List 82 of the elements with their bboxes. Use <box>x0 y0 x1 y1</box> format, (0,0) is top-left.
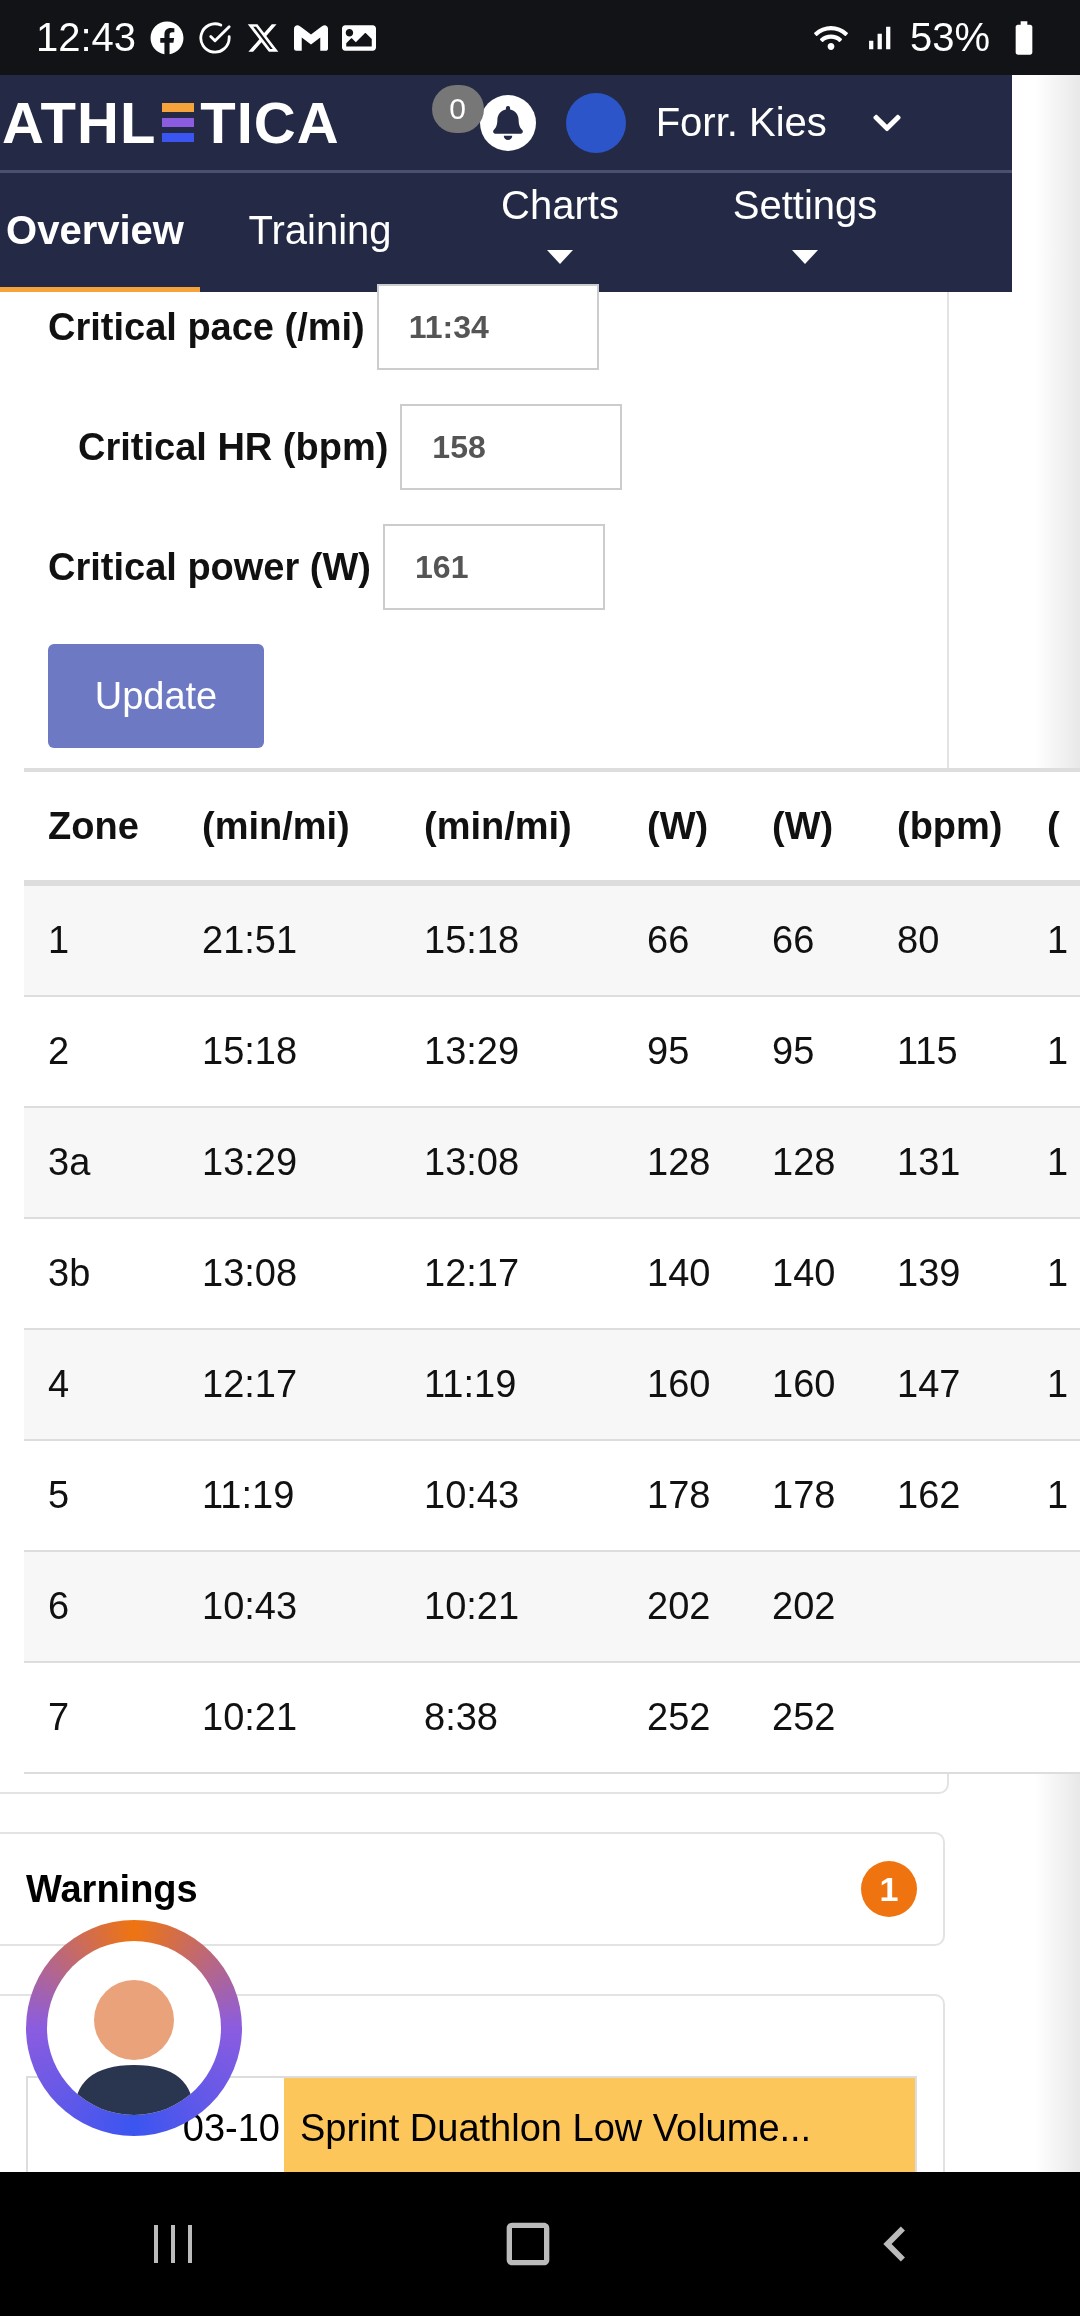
table-cell-text: 2 <box>47 1030 71 1073</box>
table-cell-text: 1 <box>1046 1363 1070 1406</box>
table-cell-text: 252 <box>771 1696 837 1739</box>
notification-count: 0 <box>431 84 484 133</box>
table-cell-text: 10:43 <box>201 1585 299 1628</box>
table-cell-text: 128 <box>771 1141 837 1184</box>
table-cell-text: 178 <box>771 1474 837 1517</box>
table-cell-text: 11:19 <box>201 1474 296 1517</box>
warnings-title: Warnings <box>26 1867 198 1911</box>
caret-icon <box>792 250 818 264</box>
update-button[interactable]: Update <box>48 644 264 748</box>
table-cell-text: 4 <box>47 1363 71 1406</box>
field-label: Critical HR (bpm) <box>78 425 389 469</box>
table-cell-text: 139 <box>896 1252 962 1295</box>
input-field[interactable]: 161 <box>383 524 606 610</box>
table-cell-text: 15:18 <box>423 919 521 962</box>
table-cell-text: 13:08 <box>423 1141 521 1184</box>
table-cell-text: 140 <box>646 1252 712 1295</box>
user-name[interactable]: Forr. Kies <box>655 100 827 145</box>
table-cell-text: 252 <box>646 1696 712 1739</box>
input-field[interactable]: 11:34 <box>376 284 599 370</box>
field-label: Critical power (W) <box>48 545 372 589</box>
table-cell-text: 147 <box>896 1363 962 1406</box>
table-cell-text: 1 <box>47 919 71 962</box>
table-cell-text: 202 <box>646 1585 712 1628</box>
table-cell-text: 160 <box>646 1363 712 1406</box>
table-cell-text: 66 <box>646 919 691 962</box>
column-header: Zone <box>47 804 140 848</box>
column-header: (min/mi) <box>201 804 351 848</box>
table-cell-text: 13:29 <box>201 1141 299 1184</box>
table-cell-text: 13:29 <box>423 1030 521 1073</box>
table-cell-text: 5 <box>47 1474 71 1517</box>
nav-tab[interactable]: Settings <box>680 173 930 292</box>
table-cell-text: 10:43 <box>423 1474 521 1517</box>
table-cell-text: 1 <box>1046 1474 1070 1517</box>
table-cell-text: 95 <box>771 1030 816 1073</box>
table-cell-text: 3a <box>47 1141 92 1184</box>
table-cell-text: 15:18 <box>201 1030 299 1073</box>
column-header: ( <box>1046 804 1061 848</box>
table-cell-text: 162 <box>896 1474 962 1517</box>
table-cell-text: 8:38 <box>423 1696 499 1739</box>
bell-icon <box>490 105 525 140</box>
facebook-icon <box>150 20 185 55</box>
table-cell-text: 1 <box>1046 1141 1070 1184</box>
logo-text: ATHL <box>2 89 157 156</box>
check-circle-icon <box>198 20 233 55</box>
table-cell-text: 7 <box>47 1696 71 1739</box>
column-header: (W) <box>646 804 710 848</box>
table-cell-text: 115 <box>896 1030 959 1073</box>
table-cell-text: 13:08 <box>201 1252 299 1295</box>
logo-text: TICA <box>200 89 340 156</box>
table-cell-text: 131 <box>896 1141 962 1184</box>
field-label: Critical pace (/mi) <box>48 305 365 349</box>
battery-percent: 53% <box>909 15 990 60</box>
table-cell-text: 66 <box>771 919 816 962</box>
caret-icon <box>547 250 573 264</box>
plan-name[interactable]: Sprint Duathlon Low Volume... <box>284 2078 915 2172</box>
table-cell-text: 80 <box>896 919 941 962</box>
table-cell-text: 12:17 <box>423 1252 521 1295</box>
table-cell-text: 3b <box>47 1252 92 1295</box>
table-cell-text: 140 <box>771 1252 837 1295</box>
table-cell-text: 10:21 <box>423 1585 521 1628</box>
table-cell-text: 6 <box>47 1585 71 1628</box>
table-cell-text: 1 <box>1046 919 1070 962</box>
table-cell-text: 1 <box>1046 1252 1070 1295</box>
table-cell-text: 10:21 <box>201 1696 299 1739</box>
table-cell-text: 95 <box>646 1030 691 1073</box>
table-cell-text: 202 <box>771 1585 837 1628</box>
input-field[interactable]: 158 <box>400 404 623 490</box>
table-cell-text: 1 <box>1046 1030 1070 1073</box>
column-header: (W) <box>771 804 835 848</box>
table-cell-text: 128 <box>646 1141 712 1184</box>
status-time: 12:43 <box>36 15 137 60</box>
column-header: (min/mi) <box>423 804 573 848</box>
table-cell-text: 12:17 <box>201 1363 299 1406</box>
table-cell-text: 11:19 <box>423 1363 518 1406</box>
nav-tab[interactable]: Overview <box>0 173 200 292</box>
column-header: (bpm) <box>896 804 1004 848</box>
table-cell-text: 21:51 <box>201 919 299 962</box>
table-cell-text: 178 <box>646 1474 712 1517</box>
warning-count-badge: 1 <box>861 1861 917 1917</box>
table-cell-text: 160 <box>771 1363 837 1406</box>
